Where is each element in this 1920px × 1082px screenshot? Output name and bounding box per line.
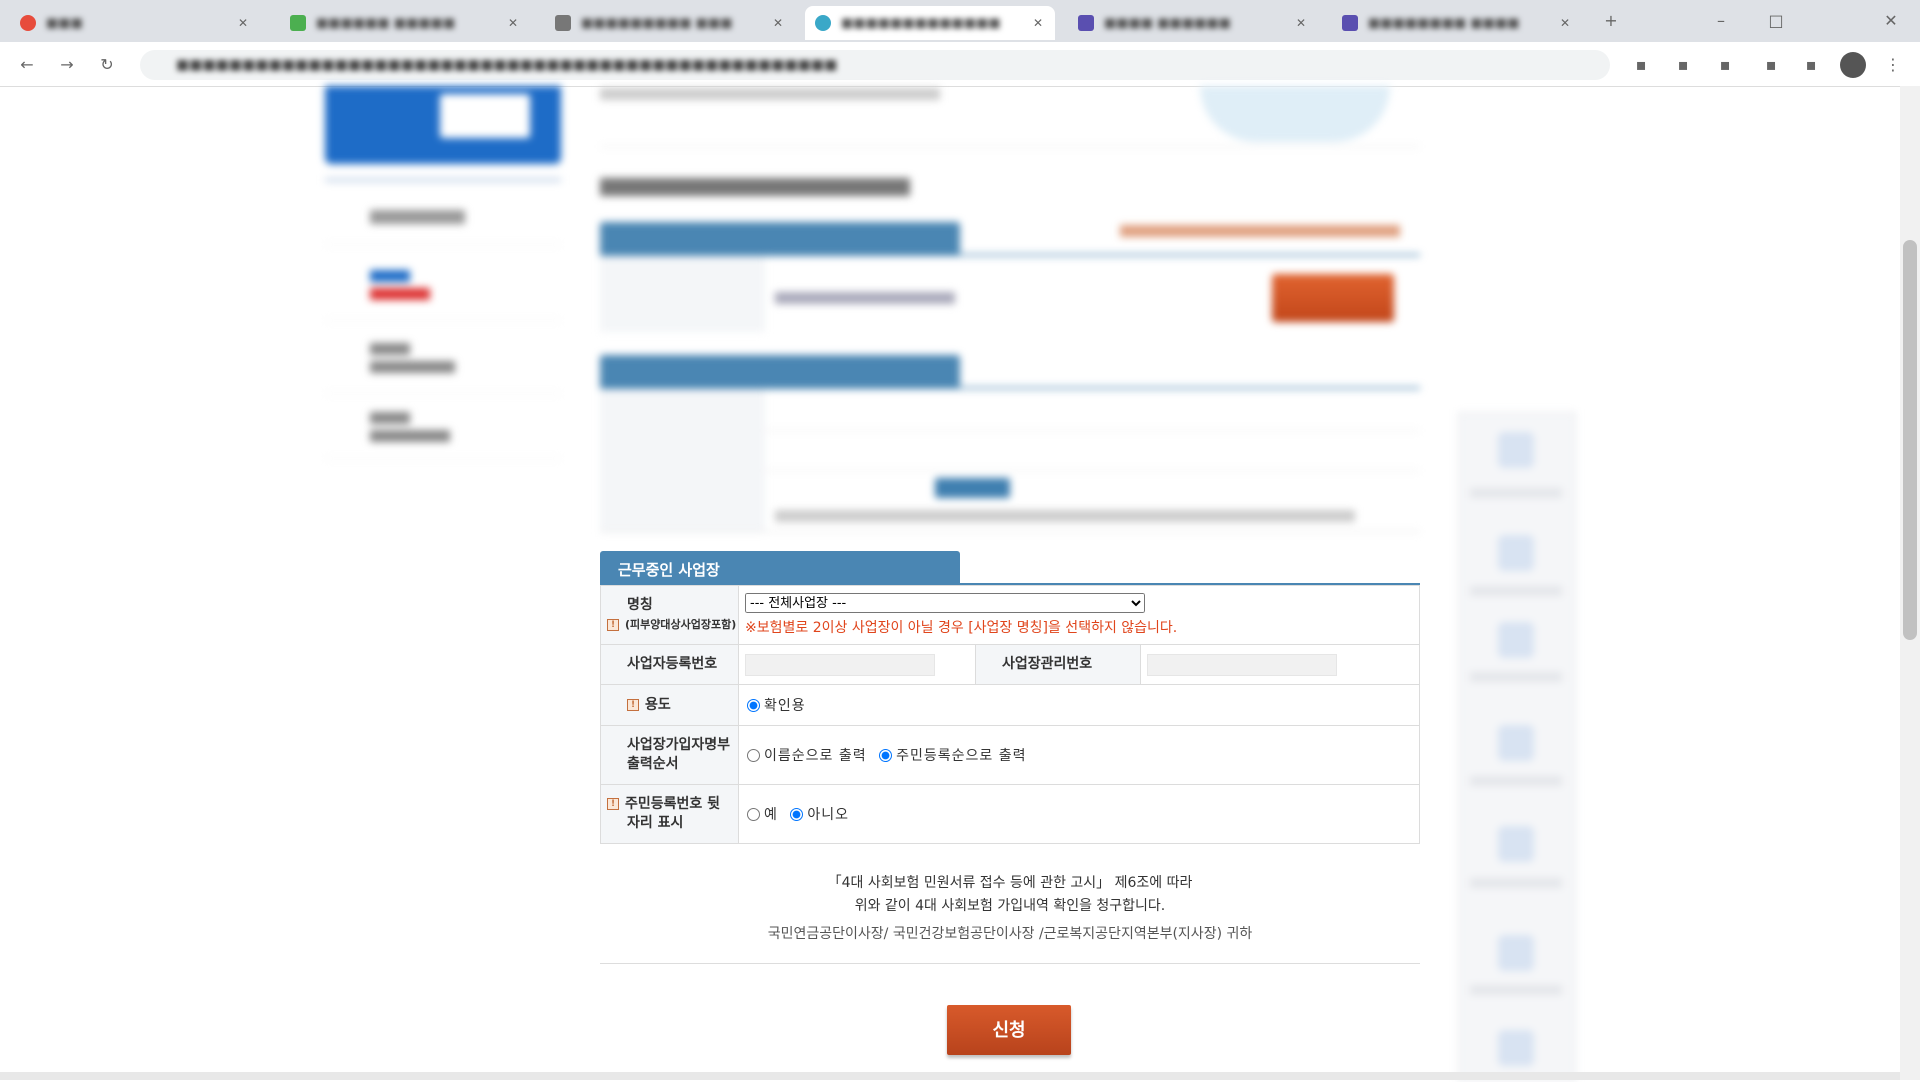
back-icon[interactable]: ←	[16, 54, 38, 76]
browser-tab[interactable]: ■■■ ✕	[10, 6, 260, 40]
required-mark-icon: !	[607, 619, 619, 631]
left-menu-item[interactable]	[325, 250, 561, 321]
submit-button[interactable]: 신청	[947, 1005, 1071, 1055]
order-radio-id[interactable]	[879, 748, 893, 762]
section-title: 근무중인 사업장	[618, 561, 720, 579]
menu-icon[interactable]: ⋮	[1882, 54, 1904, 76]
forward-icon[interactable]: →	[56, 54, 78, 76]
maximize-icon[interactable]: □	[1765, 10, 1787, 32]
left-menu-item[interactable]	[325, 325, 561, 394]
minimize-icon[interactable]: –	[1710, 10, 1732, 32]
mgmtno-field[interactable]	[1147, 653, 1337, 676]
workplace-select[interactable]: --- 전체사업장 ---	[745, 593, 1145, 613]
tab-favicon-icon	[1078, 15, 1094, 31]
order-label-line2: 출력순서	[627, 756, 679, 772]
tab-favicon-icon	[20, 15, 36, 31]
close-icon[interactable]: ✕	[1294, 16, 1308, 30]
name-label-cell: 명칭 ! (피부양대상사업장포함)	[600, 585, 739, 645]
rrn-label-line1: 주민등록번호 뒷	[625, 796, 721, 812]
left-banner	[325, 86, 561, 164]
rrn-label-line2: 자리 표시	[627, 815, 684, 831]
extension-icon[interactable]: ▪	[1672, 54, 1694, 76]
order-label-line1: 사업장가입자명부	[627, 737, 731, 753]
window-close-icon[interactable]: ✕	[1880, 10, 1902, 32]
reload-icon[interactable]: ↻	[96, 54, 118, 76]
bizno-field[interactable]	[745, 653, 935, 676]
quick-menu-icon[interactable]	[1498, 622, 1534, 658]
order-radio-name[interactable]	[747, 748, 760, 762]
rrn-radio-yes[interactable]	[747, 807, 760, 821]
quick-menu-icon[interactable]	[1498, 935, 1534, 971]
section-title-tab: 근무중인 사업장	[600, 551, 960, 583]
extension-icon[interactable]: ▪	[1760, 54, 1782, 76]
required-mark-icon: !	[627, 698, 639, 711]
workplace-table: 명칭 ! (피부양대상사업장포함) --- 전체사업장 --- ※보험별로 2이상…	[600, 585, 1420, 844]
name-label: 명칭	[627, 597, 653, 613]
tab-favicon-icon	[555, 15, 571, 31]
left-menu-item[interactable]	[325, 196, 561, 245]
rrn-no-label: 아니오	[807, 807, 849, 823]
close-icon[interactable]: ✕	[771, 16, 785, 30]
scrollbar-thumb[interactable]	[1903, 240, 1917, 640]
avatar[interactable]	[1840, 52, 1866, 78]
address-bar[interactable]: ■■■■■■■■■■■■■■■■■■■■■■■■■■■■■■■■■■■■■■■■…	[140, 50, 1610, 80]
tab-favicon-icon	[815, 15, 831, 31]
rrn-radio-no[interactable]	[790, 807, 804, 821]
browser-tab[interactable]: ■■■■ ■■■■■■ ✕	[1068, 6, 1318, 40]
quick-menu-icon[interactable]	[1498, 432, 1534, 468]
horizontal-scrollbar[interactable]	[0, 1072, 1900, 1080]
close-icon[interactable]: ✕	[1031, 16, 1045, 30]
order-id-label: 주민등록순으로 출력	[896, 748, 1027, 764]
new-tab-icon[interactable]: +	[1600, 10, 1622, 32]
declaration-line1: 「4대 사회보험 민원서류 접수 등에 관한 고시」 제6조에 따라	[827, 875, 1193, 891]
quick-menu-icon[interactable]	[1498, 725, 1534, 761]
close-icon[interactable]: ✕	[1558, 16, 1572, 30]
browser-tab-active[interactable]: ■■■■■■■■■■■■■ ✕	[805, 6, 1055, 40]
name-note: ※보험별로 2이상 사업장이 아닐 경우 [사업장 명칭]을 선택하지 않습니다…	[745, 620, 1178, 636]
purpose-radio-confirm[interactable]	[747, 698, 760, 712]
tab-favicon-icon	[290, 15, 306, 31]
extension-icon[interactable]: ▪	[1800, 54, 1822, 76]
quick-menu-icon[interactable]	[1498, 1030, 1534, 1066]
extension-icon[interactable]: ▪	[1630, 54, 1652, 76]
divider	[600, 963, 1420, 964]
left-menu-item[interactable]	[325, 398, 561, 459]
required-mark-icon: !	[607, 798, 619, 810]
quick-menu-icon[interactable]	[1498, 535, 1534, 571]
bizno-label: 사업자등록번호	[600, 644, 739, 685]
order-name-label: 이름순으로 출력	[764, 748, 867, 764]
name-sublabel: (피부양대상사업장포함)	[625, 618, 737, 631]
browser-tab[interactable]: ■■■■■■■■ ■■■■ ✕	[1332, 6, 1582, 40]
declaration-recipients: 국민연금공단이사장/ 국민건강보험공단이사장 /근로복지공단지역본부(지사장) …	[767, 926, 1253, 942]
close-icon[interactable]: ✕	[236, 16, 250, 30]
mgmtno-label: 사업장관리번호	[975, 644, 1141, 685]
extension-icon[interactable]: ▪	[1714, 54, 1736, 76]
close-icon[interactable]: ✕	[506, 16, 520, 30]
browser-tab[interactable]: ■■■■■■■■■ ■■■ ✕	[545, 6, 795, 40]
browser-tab[interactable]: ■■■■■■ ■■■■■ ✕	[280, 6, 530, 40]
quick-menu-icon[interactable]	[1498, 826, 1534, 862]
tab-favicon-icon	[1342, 15, 1358, 31]
purpose-label: 용도	[645, 696, 671, 713]
purpose-option-label: 확인용	[764, 698, 806, 714]
rrn-yes-label: 예	[764, 807, 778, 823]
declaration-line2: 위와 같이 4대 사회보험 가입내역 확인을 청구합니다.	[854, 898, 1166, 914]
